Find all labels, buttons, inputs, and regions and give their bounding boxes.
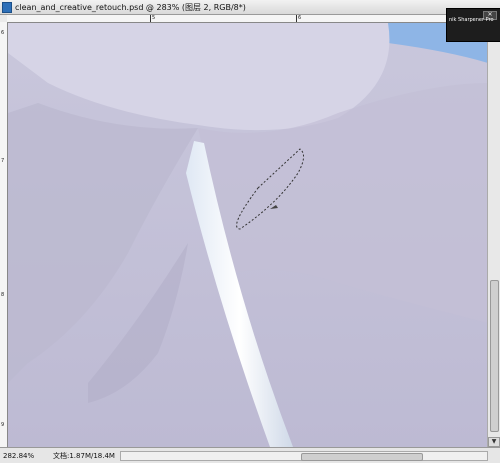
ruler-top-mark-6: 6: [298, 15, 302, 21]
document-titlebar[interactable]: clean_and_creative_retouch.psd @ 283% (图…: [0, 0, 500, 15]
ruler-left-mark-6: 6: [1, 30, 5, 36]
photo-artwork: [8, 23, 488, 447]
panel-title: nik Sharpener Pro: [449, 17, 494, 23]
horizontal-ruler[interactable]: 5 6: [7, 15, 500, 23]
status-bar: 282.84% 文档:1.87M/18.4M: [0, 447, 500, 463]
vertical-scrollbar[interactable]: ▲ ▼: [487, 22, 500, 447]
psd-document-icon: [2, 1, 12, 13]
horizontal-scrollbar[interactable]: [120, 451, 488, 461]
image-canvas[interactable]: [8, 23, 488, 447]
ruler-left-mark-9: 9: [1, 422, 5, 428]
vertical-ruler[interactable]: 6 7 8 9: [0, 22, 8, 447]
vertical-scroll-thumb[interactable]: [490, 280, 499, 432]
document-title: clean_and_creative_retouch.psd @ 283% (图…: [15, 2, 246, 12]
ruler-top-mark-5: 5: [152, 15, 156, 21]
ruler-major-tick: [150, 15, 151, 22]
ruler-major-tick: [296, 15, 297, 22]
scroll-down-button[interactable]: ▼: [488, 437, 500, 447]
zoom-level[interactable]: 282.84%: [0, 452, 34, 460]
horizontal-scroll-thumb[interactable]: [301, 453, 423, 461]
ruler-left-mark-7: 7: [1, 158, 5, 164]
photoshop-document-window: clean_and_creative_retouch.psd @ 283% (图…: [0, 0, 500, 463]
nik-sharpener-pro-panel[interactable]: ✕ nik Sharpener Pro: [446, 8, 500, 42]
ruler-left-mark-8: 8: [1, 292, 5, 298]
